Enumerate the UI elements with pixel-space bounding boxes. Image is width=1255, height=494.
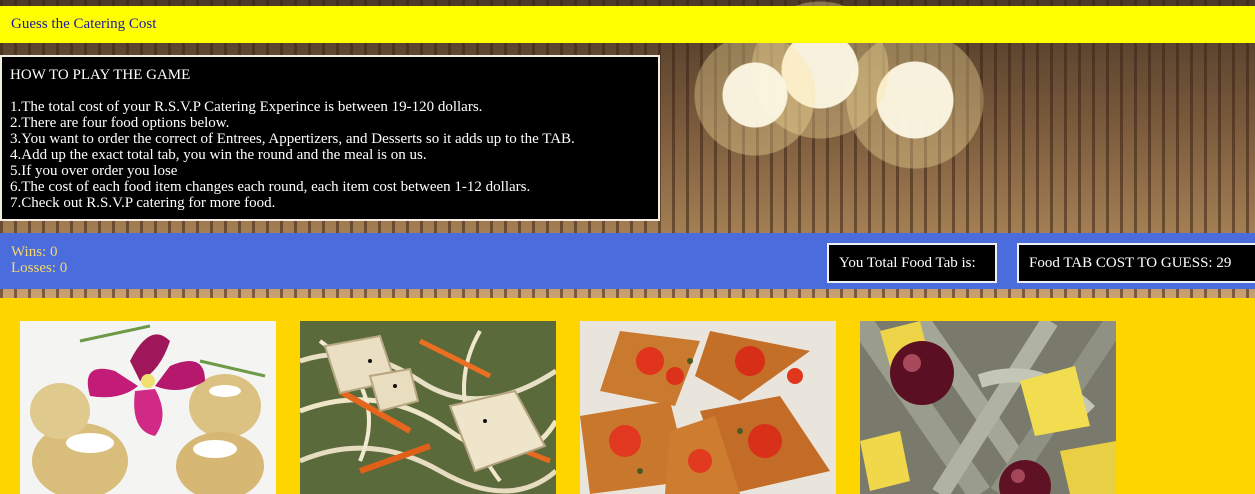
instructions-panel: HOW TO PLAY THE GAME 1.The total cost of… [0, 55, 660, 221]
target-tab-label: Food TAB COST TO GUESS: 29 [1029, 255, 1232, 271]
instruction-rule: 4.Add up the exact total tab, you win th… [10, 147, 427, 163]
food-options [0, 298, 1255, 494]
instruction-rule: 6.The cost of each food item changes eac… [10, 179, 531, 195]
tofu-noodle-salad-image[interactable] [300, 321, 556, 494]
instruction-rule: 7.Check out R.S.V.P catering for more fo… [10, 195, 276, 211]
instruction-rule: 1.The total cost of your R.S.V.P Caterin… [10, 99, 483, 115]
instruction-rule: 5.If you over order you lose [10, 163, 178, 179]
scoreboard: Wins: 0 Losses: 0 [11, 244, 67, 276]
losses-count: Losses: 0 [11, 260, 68, 276]
target-tab-box: Food TAB COST TO GUESS: 29 [1017, 243, 1255, 283]
pineapple-fruit-dessert-image[interactable] [860, 321, 1116, 494]
score-bar: Wins: 0 Losses: 0 You Total Food Tab is:… [0, 233, 1255, 289]
instruction-rule: 2.There are four food options below. [10, 115, 230, 131]
instructions-heading: HOW TO PLAY THE GAME [10, 67, 191, 83]
instruction-rule: 3.You want to order the correct of Entre… [10, 131, 575, 147]
page-title: Guess the Catering Cost [11, 16, 157, 32]
current-tab-box: You Total Food Tab is: [827, 243, 997, 283]
tomato-flatbread-image[interactable] [580, 321, 836, 494]
potato-orchid-appetizer-image[interactable] [20, 321, 276, 494]
title-bar: Guess the Catering Cost [0, 6, 1255, 43]
wins-count: Wins: 0 [11, 244, 58, 260]
current-tab-label: You Total Food Tab is: [839, 255, 976, 271]
